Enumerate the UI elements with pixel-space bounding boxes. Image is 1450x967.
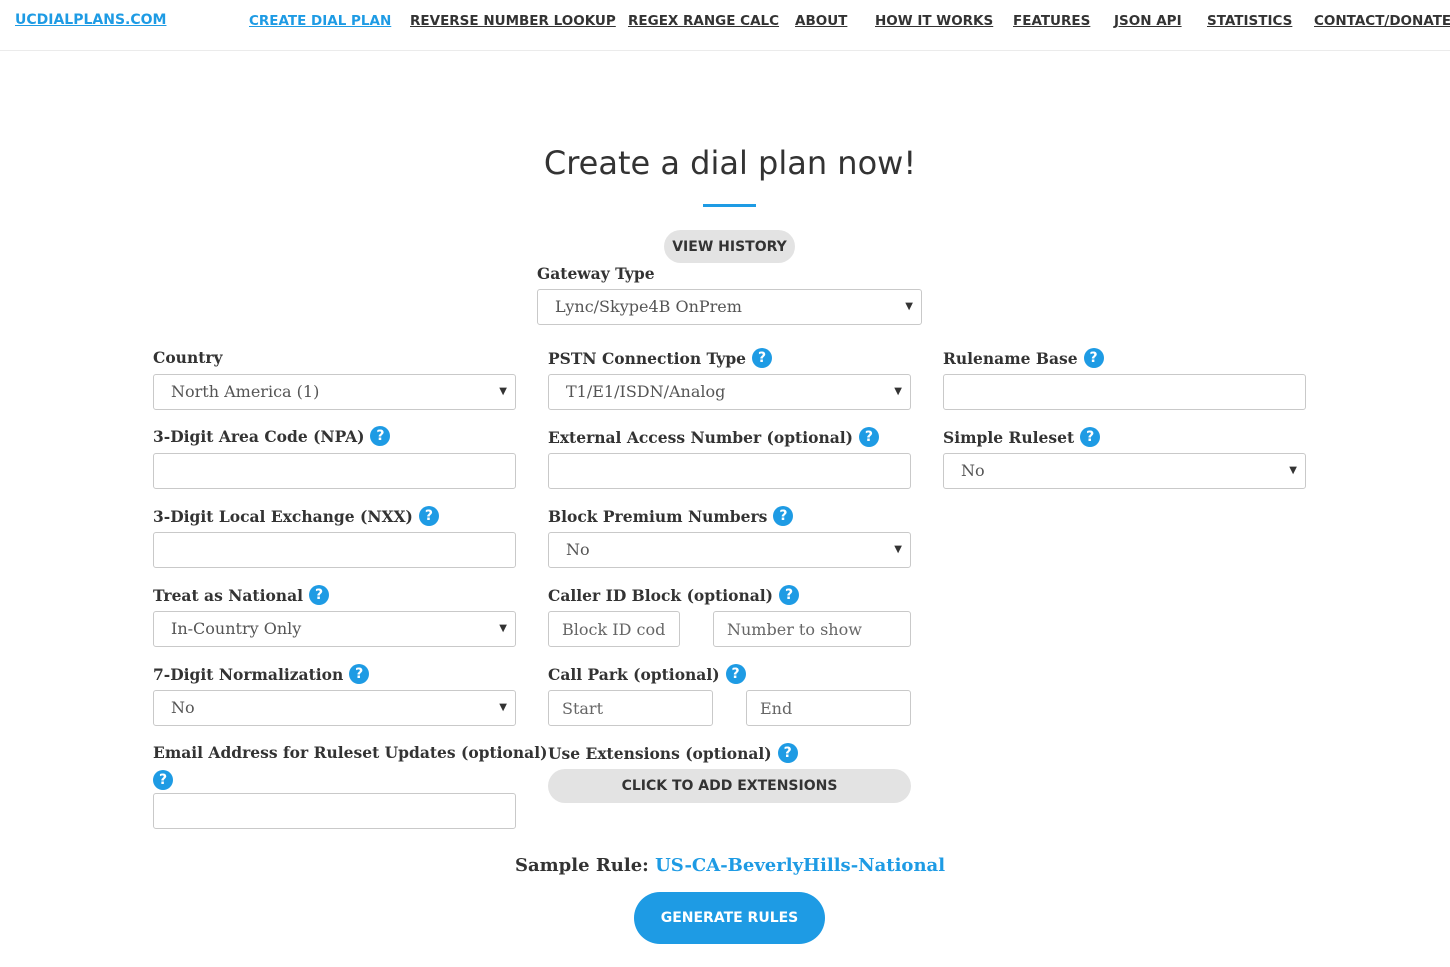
rulename-base-input[interactable] [943, 374, 1306, 410]
chevron-down-icon: ▼ [905, 301, 913, 312]
country-select[interactable]: North America (1) ▼ [153, 374, 516, 410]
gateway-type-value: Lync/Skype4B OnPrem [555, 297, 742, 316]
area-code-label-text: 3-Digit Area Code (NPA) [153, 426, 365, 446]
block-premium-select[interactable]: No ▼ [548, 532, 911, 568]
block-premium-label-text: Block Premium Numbers [548, 506, 768, 526]
sample-rule: Sample Rule: US-CA-BeverlyHills-National [0, 855, 1450, 876]
extensions-label: Use Extensions (optional) ? [548, 743, 798, 763]
nav-link-statistics[interactable]: STATISTICS [1207, 13, 1292, 29]
call-park-label-text: Call Park (optional) [548, 664, 720, 684]
local-exchange-input[interactable] [153, 532, 516, 568]
simple-ruleset-label: Simple Ruleset ? [943, 427, 1101, 447]
country-label: Country [153, 348, 223, 367]
email-label-text: Email Address for Ruleset Updates (optio… [153, 743, 548, 762]
help-icon[interactable]: ? [777, 743, 798, 763]
simple-ruleset-select[interactable]: No ▼ [943, 453, 1306, 489]
nav-link-how-it-works[interactable]: HOW IT WORKS [875, 13, 993, 29]
sample-rule-label: Sample Rule: [514, 855, 649, 876]
treat-national-select[interactable]: In-Country Only ▼ [153, 611, 516, 647]
nav-link-regex-range-calc[interactable]: REGEX RANGE CALC [628, 13, 779, 29]
block-premium-value: No [566, 540, 590, 559]
nav-link-contact-donate[interactable]: CONTACT/DONATE [1314, 13, 1450, 29]
view-history-button[interactable]: VIEW HISTORY [664, 230, 795, 263]
help-icon[interactable]: ? [418, 506, 439, 526]
email-label: Email Address for Ruleset Updates (optio… [153, 743, 547, 762]
help-icon[interactable]: ? [370, 426, 391, 446]
help-icon[interactable]: ? [309, 585, 329, 605]
treat-national-label-text: Treat as National [153, 585, 303, 605]
help-icon[interactable]: ? [858, 427, 879, 447]
add-extensions-button[interactable]: CLICK TO ADD EXTENSIONS [548, 769, 911, 803]
seven-digit-value: No [171, 698, 195, 717]
help-icon[interactable]: ? [725, 664, 746, 684]
rulename-base-label-text: Rulename Base [943, 348, 1078, 368]
gateway-type-label-text: Gateway Type [537, 264, 655, 283]
block-premium-label: Block Premium Numbers ? [548, 506, 794, 526]
generate-rules-button[interactable]: GENERATE RULES [634, 892, 825, 944]
gateway-type-select[interactable]: Lync/Skype4B OnPrem ▼ [537, 289, 922, 325]
chevron-down-icon: ▼ [1289, 465, 1297, 476]
pstn-type-label: PSTN Connection Type ? [548, 348, 773, 368]
top-navigation: UCDIALPLANS.COM CREATE DIAL PLAN REVERSE… [0, 0, 1450, 51]
external-access-input[interactable] [548, 453, 911, 489]
local-exchange-label-text: 3-Digit Local Exchange (NXX) [153, 506, 413, 526]
call-park-end-input[interactable] [746, 690, 911, 726]
simple-ruleset-value: No [961, 461, 985, 480]
nav-link-json-api[interactable]: JSON API [1114, 13, 1182, 29]
site-logo-link[interactable]: UCDIALPLANS.COM [15, 12, 166, 28]
help-icon[interactable]: ? [349, 664, 370, 684]
country-value: North America (1) [171, 382, 320, 401]
chevron-down-icon: ▼ [499, 386, 507, 397]
nav-link-features[interactable]: FEATURES [1013, 13, 1090, 29]
seven-digit-label-text: 7-Digit Normalization [153, 664, 344, 684]
treat-national-label: Treat as National ? [153, 585, 329, 605]
simple-ruleset-label-text: Simple Ruleset [943, 427, 1075, 447]
title-underline [703, 204, 756, 207]
nav-link-reverse-number-lookup[interactable]: REVERSE NUMBER LOOKUP [410, 13, 616, 29]
sample-rule-value: US-CA-BeverlyHills-National [655, 855, 946, 876]
chevron-down-icon: ▼ [499, 702, 507, 713]
help-icon[interactable]: ? [1080, 427, 1101, 447]
rulename-base-label: Rulename Base ? [943, 348, 1104, 368]
nav-link-create-dial-plan[interactable]: CREATE DIAL PLAN [249, 13, 391, 29]
area-code-label: 3-Digit Area Code (NPA) ? [153, 426, 391, 446]
pstn-type-select[interactable]: T1/E1/ISDN/Analog ▼ [548, 374, 911, 410]
help-icon[interactable]: ? [773, 506, 794, 526]
caller-id-label-text: Caller ID Block (optional) [548, 585, 773, 605]
call-park-start-input[interactable] [548, 690, 713, 726]
pstn-type-label-text: PSTN Connection Type [548, 348, 747, 368]
call-park-label: Call Park (optional) ? [548, 664, 746, 684]
pstn-type-value: T1/E1/ISDN/Analog [566, 382, 726, 401]
chevron-down-icon: ▼ [894, 544, 902, 555]
treat-national-value: In-Country Only [171, 619, 302, 638]
page-title: Create a dial plan now! [543, 144, 917, 182]
external-access-label-text: External Access Number (optional) [548, 427, 853, 447]
block-id-code-input[interactable] [548, 611, 680, 647]
number-to-show-input[interactable] [713, 611, 911, 647]
country-label-text: Country [153, 348, 223, 367]
caller-id-label: Caller ID Block (optional) ? [548, 585, 799, 605]
external-access-label: External Access Number (optional) ? [548, 427, 879, 447]
help-icon[interactable]: ? [779, 585, 799, 605]
nav-link-about[interactable]: ABOUT [795, 13, 847, 29]
seven-digit-select[interactable]: No ▼ [153, 690, 516, 726]
gateway-type-label: Gateway Type [537, 264, 655, 283]
help-icon[interactable]: ? [153, 770, 173, 790]
chevron-down-icon: ▼ [499, 623, 507, 634]
email-input[interactable] [153, 793, 516, 829]
local-exchange-label: 3-Digit Local Exchange (NXX) ? [153, 506, 439, 526]
help-icon[interactable]: ? [1083, 348, 1104, 368]
extensions-label-text: Use Extensions (optional) [548, 743, 772, 763]
chevron-down-icon: ▼ [894, 386, 902, 397]
area-code-input[interactable] [153, 453, 516, 489]
help-icon[interactable]: ? [752, 348, 773, 368]
seven-digit-label: 7-Digit Normalization ? [153, 664, 370, 684]
